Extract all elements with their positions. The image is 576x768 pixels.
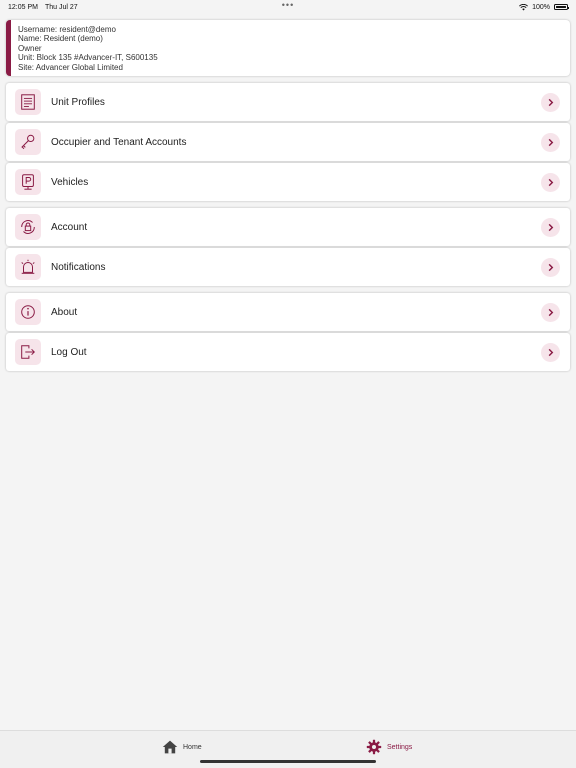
menu-item-label: About [51,306,78,318]
lock-icon [15,214,41,240]
home-icon [162,740,178,754]
status-time: 12:05 PM [8,3,38,11]
menu-item-label: Occupier and Tenant Accounts [51,136,187,148]
chevron-right-icon[interactable] [541,92,560,112]
chevron-right-icon[interactable] [541,132,560,152]
name-text: Name: Resident (demo) [18,34,103,44]
battery-icon [554,4,569,10]
menu-item-unit-profiles[interactable]: Unit Profiles [6,83,570,121]
menu-group-app: About Log Out [6,293,570,373]
tab-home-label: Home [183,743,202,751]
menu-item-notifications[interactable]: Notifications [6,248,570,286]
menu-item-account[interactable]: Account [6,208,570,246]
status-date: Thu Jul 27 [44,3,78,11]
menu-group-unit: Unit Profiles Occupier and Tenant Accoun… [6,83,570,203]
user-info-card: Username: resident@demo Name: Resident (… [6,20,570,76]
document-icon [15,89,41,115]
tab-settings-label: Settings [387,743,413,751]
wifi-icon [519,3,529,10]
role-text: Owner [18,43,42,53]
logout-icon [15,339,41,365]
tab-settings[interactable]: Settings [366,739,412,755]
battery-percent: 100% [532,3,550,11]
menu-group-account: Account Notifications [6,208,570,288]
home-indicator[interactable] [200,760,376,763]
username-text: Username: resident@demo [18,25,116,34]
menu-item-label: Vehicles [51,176,89,188]
menu-item-label: Account [51,221,88,233]
key-icon [15,129,41,155]
menu-item-label: Unit Profiles [51,96,105,108]
menu-item-label: Notifications [51,261,106,273]
info-icon [15,299,41,325]
menu-item-log-out[interactable]: Log Out [6,333,570,371]
chevron-right-icon[interactable] [541,302,560,322]
menu-item-label: Log Out [51,346,87,358]
menu-item-about[interactable]: About [6,293,570,331]
tab-home[interactable]: Home [162,739,202,755]
menu-item-occupier-tenant-accounts[interactable]: Occupier and Tenant Accounts [6,123,570,161]
site-text: Site: Advancer Global Limited [18,62,123,72]
multitasking-dots[interactable]: ••• [282,0,294,10]
chevron-right-icon[interactable] [541,217,560,237]
parking-icon [15,169,41,195]
chevron-right-icon[interactable] [541,257,560,277]
alarm-icon [15,254,41,280]
status-bar: 12:05 PM Thu Jul 27 ••• 100% [0,0,576,14]
menu-item-vehicles[interactable]: Vehicles [6,163,570,201]
gear-icon [366,739,382,755]
chevron-right-icon[interactable] [541,342,560,362]
chevron-right-icon[interactable] [541,172,560,192]
unit-text: Unit: Block 135 #Advancer-IT, S600135 [18,53,158,63]
